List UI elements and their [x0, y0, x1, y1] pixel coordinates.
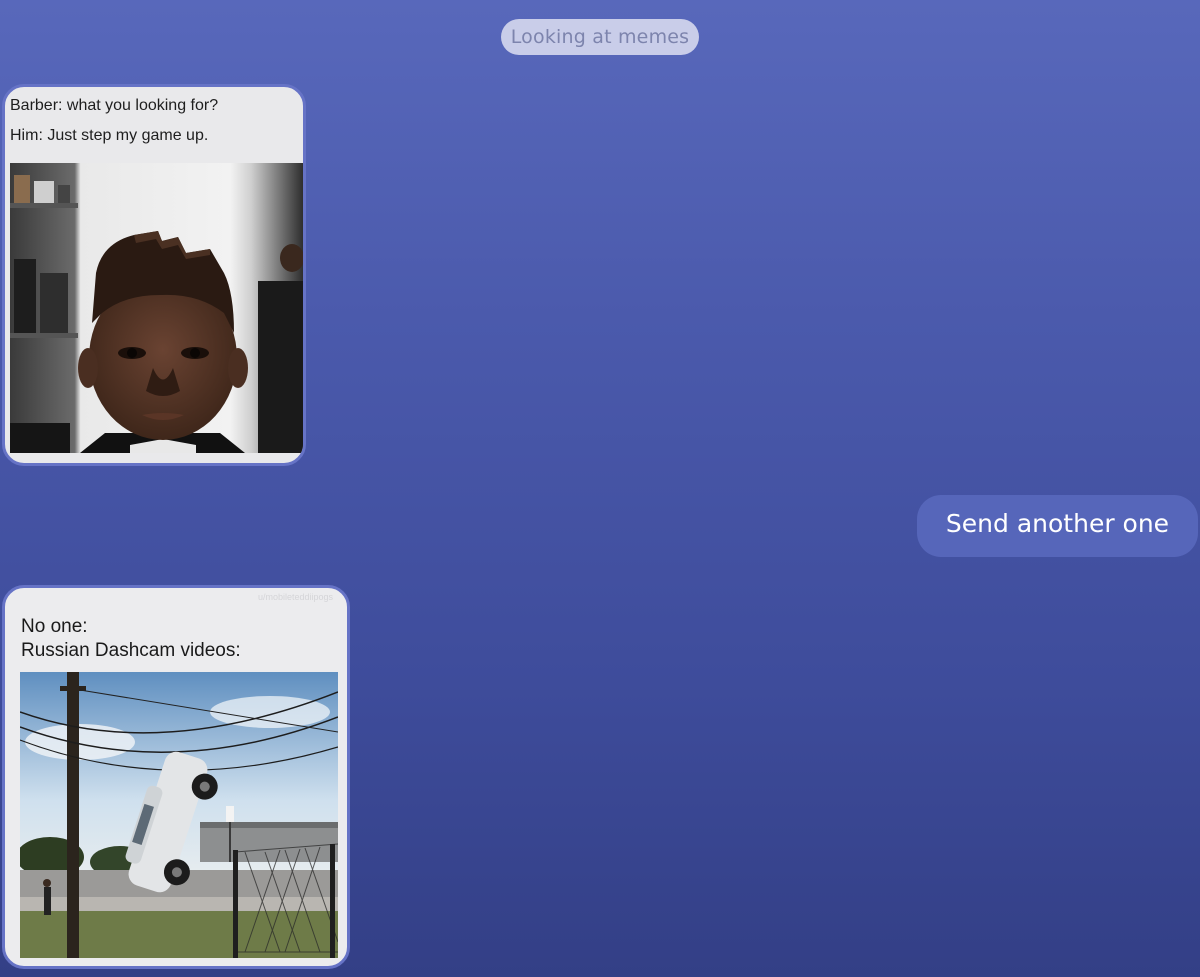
meme-watermark: u/mobileteddiipogs: [257, 592, 333, 602]
meme-image: [10, 163, 303, 453]
meme-caption-line: Russian Dashcam videos:: [21, 640, 241, 661]
meme-caption-line: No one:: [21, 616, 88, 637]
chat-area: Looking at memes Barber: what you lookin…: [0, 0, 1200, 977]
meme-message-1[interactable]: Barber: what you looking for? Him: Just …: [2, 84, 306, 466]
outgoing-message[interactable]: Send another one: [917, 495, 1198, 557]
meme-message-2[interactable]: u/mobileteddiipogs No one: Russian Dashc…: [2, 585, 350, 969]
meme-caption-line: Him: Just step my game up.: [10, 127, 209, 144]
status-pill: Looking at memes: [501, 19, 699, 55]
meme-caption-line: Barber: what you looking for?: [10, 97, 219, 114]
meme-image: [20, 672, 338, 958]
